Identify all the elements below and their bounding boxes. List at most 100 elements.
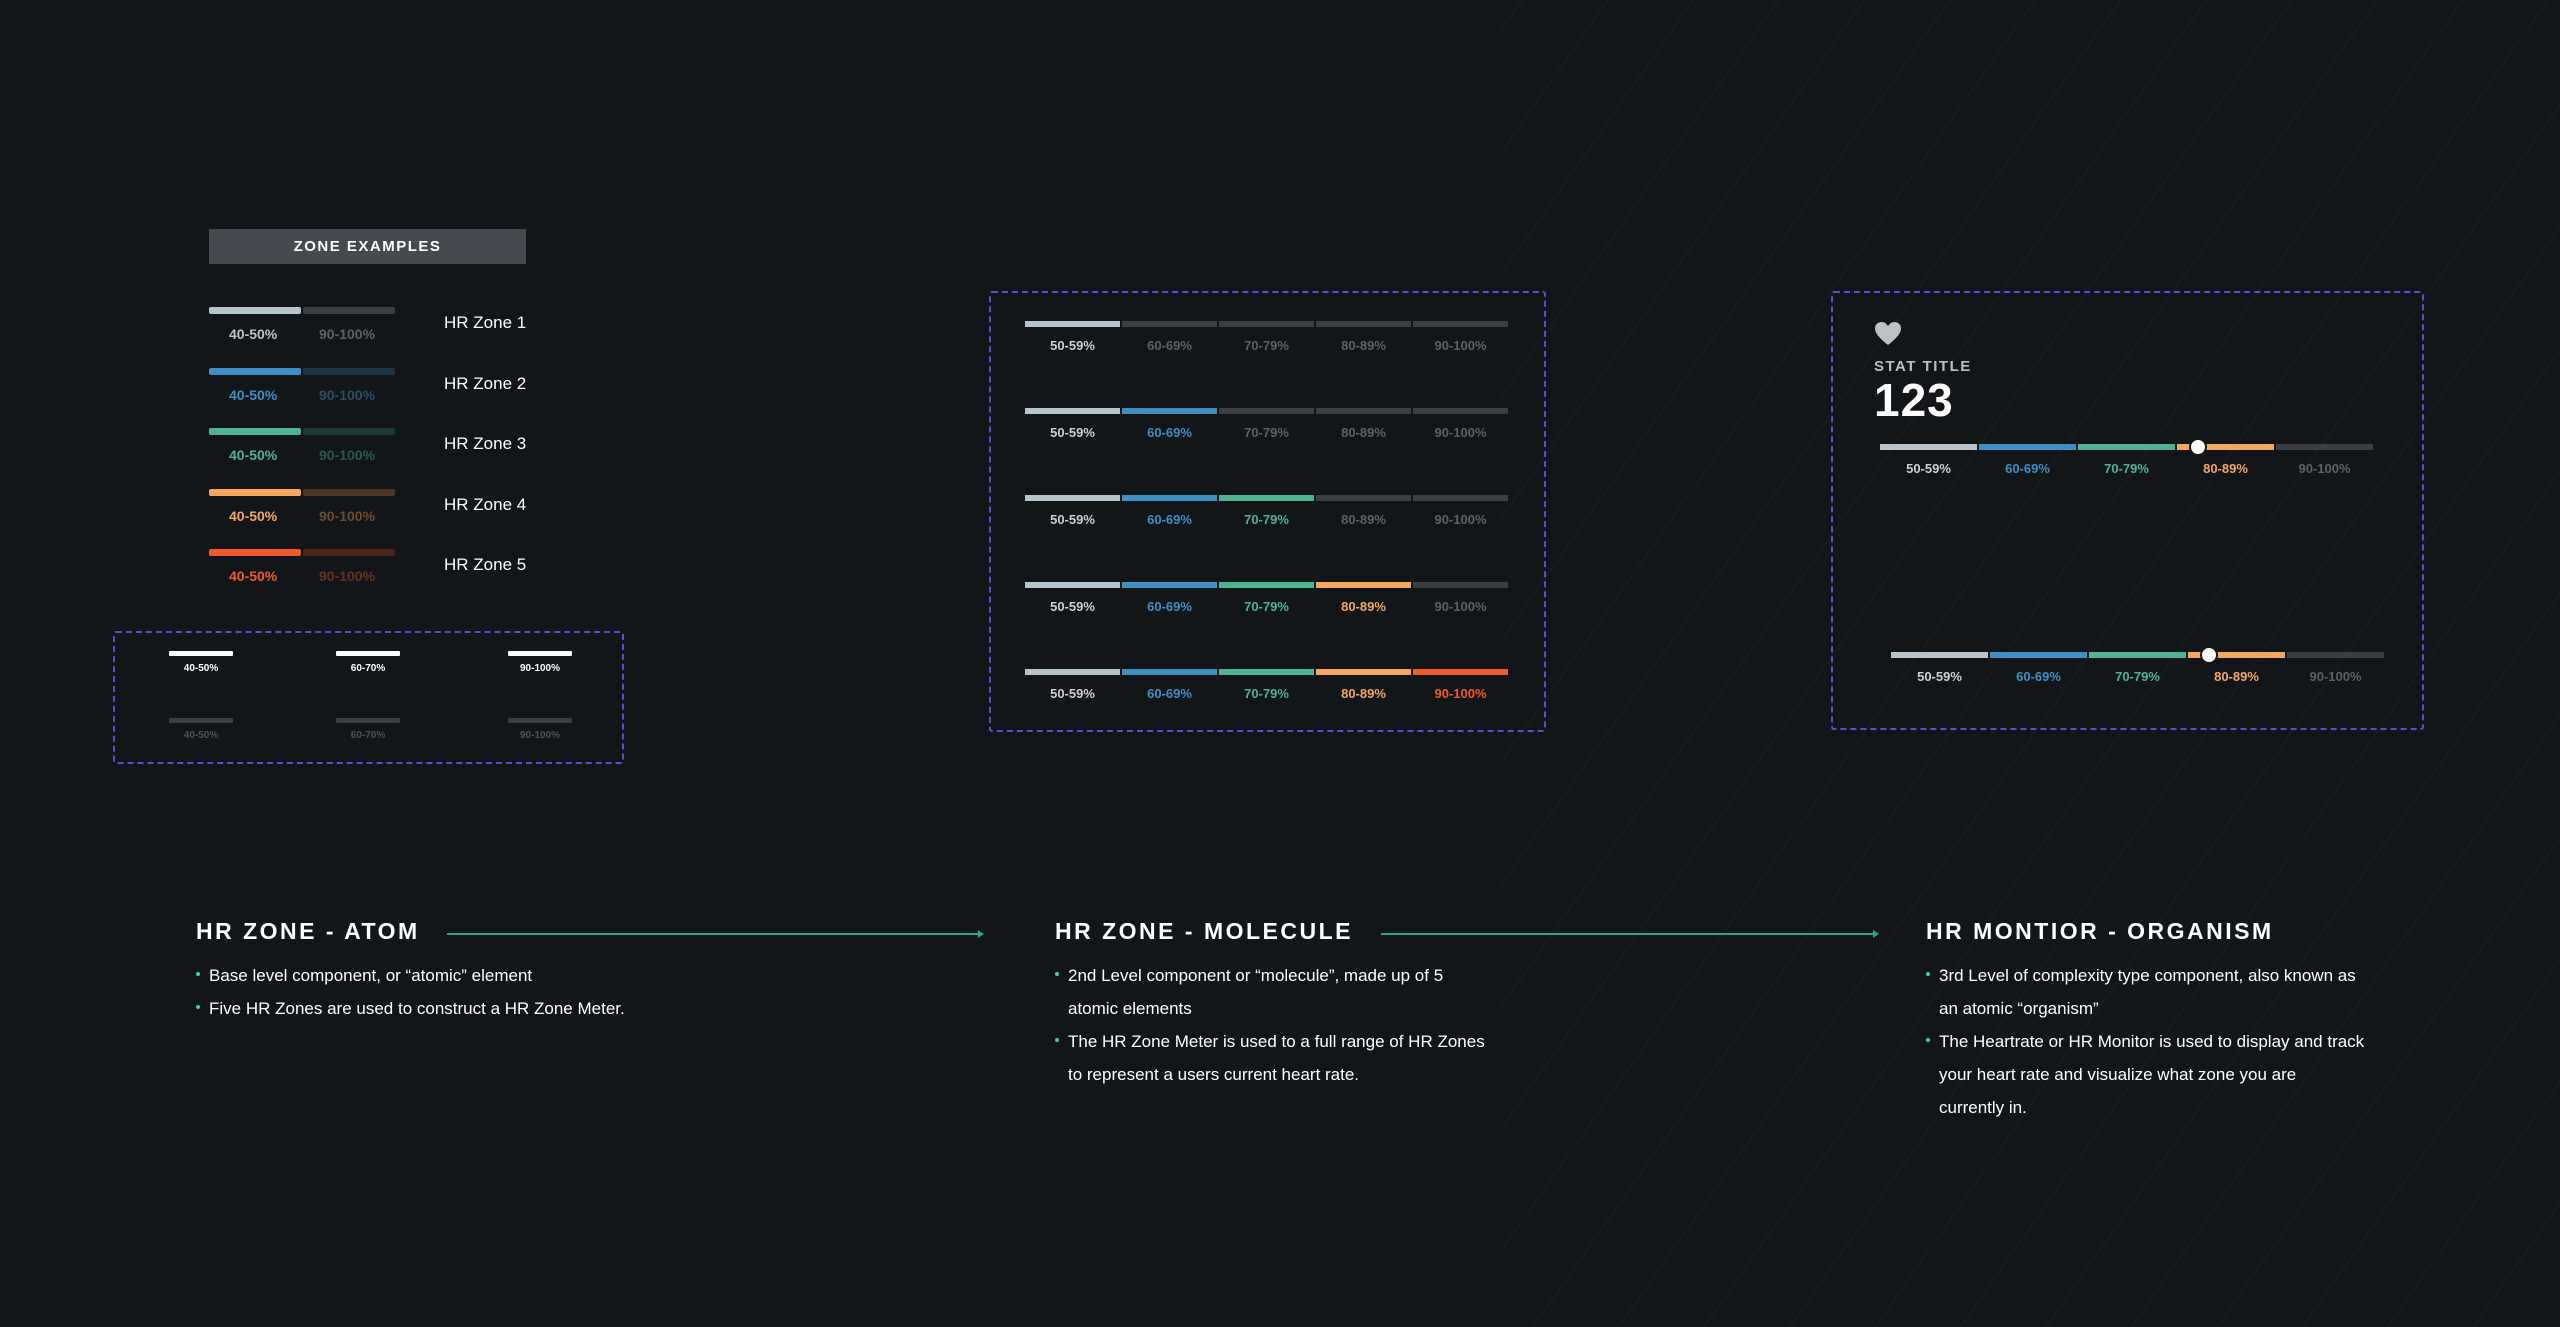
zone-label-active: 40-50% <box>229 447 278 463</box>
zone-name: HR Zone 5 <box>444 555 527 574</box>
zone-label-inactive: 90-100% <box>319 326 376 342</box>
meter-segment <box>1219 495 1314 501</box>
atom-state-inactive: 60-70% <box>323 718 413 741</box>
section-title: HR ZONE - MOLECULE <box>1055 918 1353 944</box>
meter-segment <box>1025 408 1120 414</box>
meter-segment <box>1025 582 1120 588</box>
meter-segment <box>1891 652 1988 658</box>
meter-segment-label: 80-89% <box>1341 686 1386 701</box>
zone-label-inactive: 90-100% <box>319 447 376 463</box>
meter-segment <box>1316 582 1411 588</box>
meter-segment-label: 80-89% <box>1341 338 1386 353</box>
bullet-text: 2nd Level component or “molecule”, made … <box>1068 966 1444 1018</box>
meter-segment-label: 70-79% <box>1244 338 1289 353</box>
bullet-text: 3rd Level of complexity type component, … <box>1939 966 2356 1018</box>
section-bullets: Base level component, or “atomic” elemen… <box>196 959 696 1025</box>
zone-row: 40-50% 90-100% HR Zone 2 <box>209 367 529 408</box>
heart-rate-indicator <box>2200 646 2219 664</box>
meter-segment <box>1219 582 1314 588</box>
meter-segment-label: 70-79% <box>2115 669 2160 684</box>
bullet-item: Base level component, or “atomic” elemen… <box>196 959 696 992</box>
zone-bar-inactive <box>303 488 395 496</box>
meter-segment-label: 50-59% <box>1050 599 1095 614</box>
meter-segment-label: 90-100% <box>1434 425 1487 440</box>
meter-segment-label: 70-79% <box>2104 461 2149 476</box>
meter-segment <box>1316 408 1411 414</box>
meter-segment <box>1413 495 1508 501</box>
connector-arrow <box>1381 933 1873 935</box>
zone-label-active: 40-50% <box>229 507 278 524</box>
meter-segment-label: 60-69% <box>1147 425 1192 440</box>
hr-monitor-meter: 50-59% 60-69% 70-79% 80-89% 90-100% <box>1880 438 2373 484</box>
zone-label-inactive: 90-100% <box>319 386 376 403</box>
zone-bar-inactive <box>303 428 395 435</box>
bullet-item: The Heartrate or HR Monitor is used to d… <box>1926 1025 2366 1124</box>
bullet-item: 3rd Level of complexity type component, … <box>1926 959 2366 1025</box>
meter-segment <box>1122 321 1217 327</box>
meter-segment-label: 60-69% <box>2005 461 2050 476</box>
meter-segment <box>1122 582 1217 588</box>
zone-label-inactive: 90-100% <box>319 507 376 524</box>
meter-segment <box>1413 408 1508 414</box>
meter-segment <box>1122 495 1217 501</box>
bullet-dot-icon <box>1926 1038 1930 1042</box>
hr-zone-meter: 50-59% 60-69% 70-79% 80-89% 90-100% <box>1025 582 1511 622</box>
meter-segment-label: 80-89% <box>1341 512 1386 527</box>
zone-bar-active <box>209 307 301 314</box>
connector-arrow <box>447 933 978 935</box>
state-label: 90-100% <box>519 730 561 741</box>
meter-segment <box>1219 669 1314 675</box>
zone-bar-active <box>209 549 301 556</box>
zone-name: HR Zone 3 <box>444 434 527 453</box>
meter-segment <box>1990 652 2087 658</box>
bullet-dot-icon <box>1055 972 1059 976</box>
section-bullets: 2nd Level component or “molecule”, made … <box>1055 959 1495 1091</box>
state-bar <box>169 718 233 723</box>
atom-state-active: 90-100% <box>495 651 585 674</box>
meter-segment <box>1219 408 1314 414</box>
meter-segment <box>2078 444 2175 450</box>
meter-segment-label: 80-89% <box>1341 599 1386 614</box>
zone-label-active: 40-50% <box>229 568 278 584</box>
meter-segment-label: 50-59% <box>1906 461 1951 476</box>
zone-label-active: 40-50% <box>229 386 278 403</box>
bullet-item: Five HR Zones are used to construct a HR… <box>196 992 696 1025</box>
bullet-text: The Heartrate or HR Monitor is used to d… <box>1939 1032 2365 1117</box>
meter-segment-label: 90-100% <box>2309 669 2362 684</box>
zone-bar-inactive <box>303 549 395 556</box>
section-title: HR MONTIOR - ORGANISM <box>1926 918 2274 944</box>
bullet-dot-icon <box>196 972 200 976</box>
state-label: 60-70% <box>350 663 386 674</box>
zone-label-active: 40-50% <box>229 326 278 342</box>
meter-segment-label: 80-89% <box>2203 461 2248 476</box>
arrow-head-icon <box>978 930 984 938</box>
meter-segment <box>1122 408 1217 414</box>
meter-segment-label: 90-100% <box>2298 461 2351 476</box>
hr-zone-meter: 50-59% 60-69% 70-79% 80-89% 90-100% <box>1025 408 1511 448</box>
state-label: 40-50% <box>183 730 219 741</box>
bullet-text: Five HR Zones are used to construct a HR… <box>209 999 625 1018</box>
meter-segment <box>1413 582 1508 588</box>
zone-label-inactive: 90-100% <box>319 568 376 584</box>
state-label: 40-50% <box>183 663 219 674</box>
meter-segment-label: 90-100% <box>1434 686 1487 701</box>
atom-state-inactive: 90-100% <box>495 718 585 741</box>
section-bullets: 3rd Level of complexity type component, … <box>1926 959 2366 1124</box>
bullet-dot-icon <box>196 1005 200 1009</box>
zone-bar-active <box>209 367 301 375</box>
zone-bar-inactive <box>303 367 395 375</box>
hr-zone-meter: 50-59% 60-69% 70-79% 80-89% 90-100% <box>1025 321 1511 361</box>
bullet-dot-icon <box>1055 1038 1059 1042</box>
meter-segment <box>1413 321 1508 327</box>
meter-segment-label: 50-59% <box>1050 686 1095 701</box>
meter-segment <box>1025 669 1120 675</box>
zone-examples-header: ZONE EXAMPLES <box>209 229 526 264</box>
zone-bar-active <box>209 428 301 435</box>
bullet-item: The HR Zone Meter is used to a full rang… <box>1055 1025 1495 1091</box>
section-title: HR ZONE - ATOM <box>196 918 420 944</box>
meter-segment-label: 70-79% <box>1244 599 1289 614</box>
zone-row: 40-50% 90-100% HR Zone 1 <box>209 307 529 347</box>
zone-name: HR Zone 2 <box>444 373 527 393</box>
meter-segment <box>1880 444 1977 450</box>
state-bar <box>508 651 572 656</box>
